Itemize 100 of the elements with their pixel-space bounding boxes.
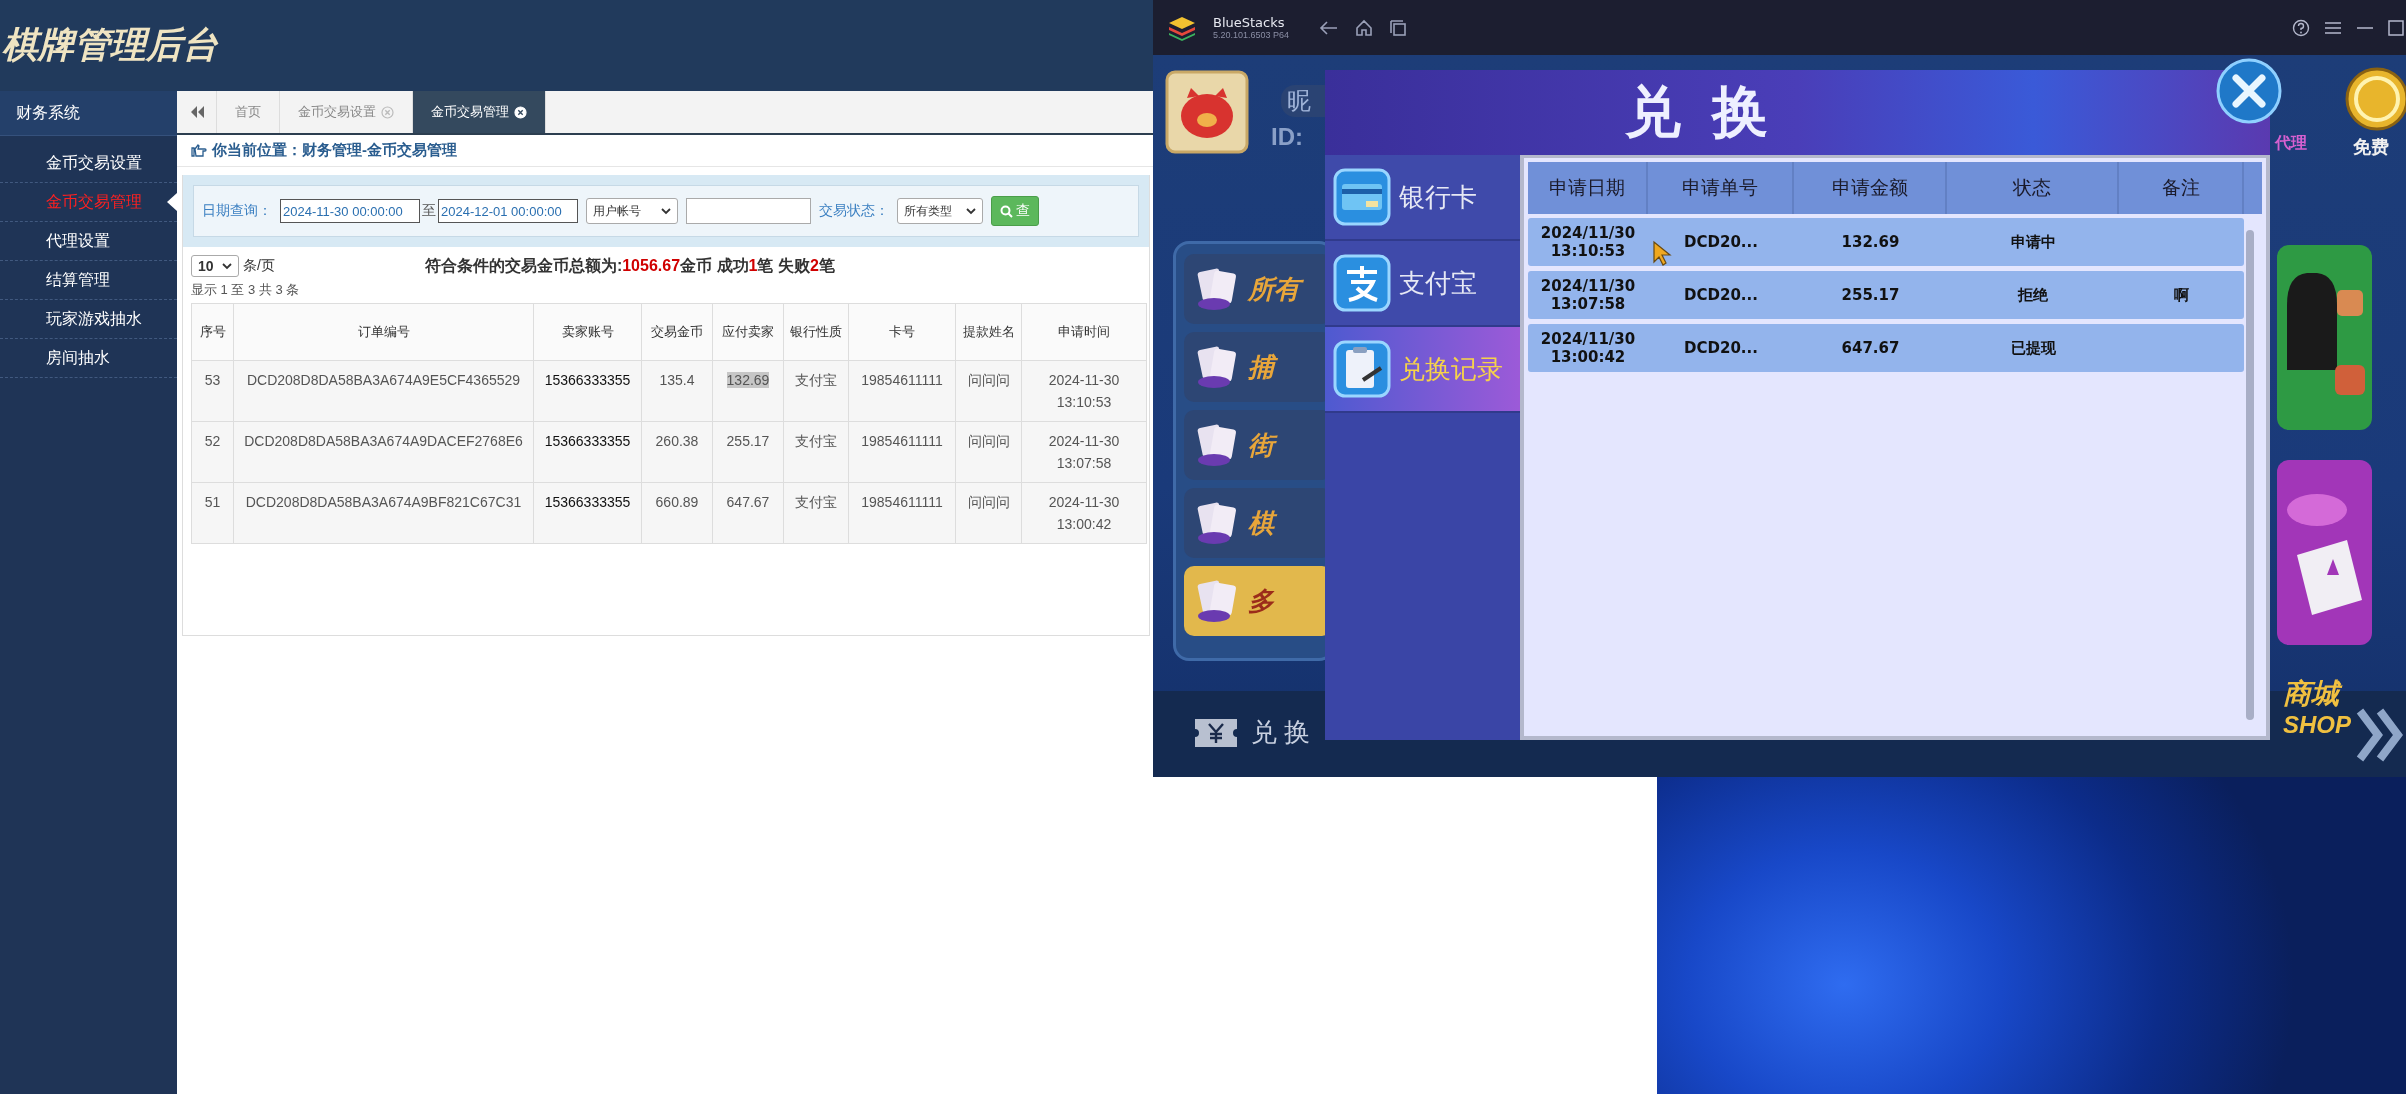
date-to-field[interactable]: 2024-12-01 00:00:00 <box>438 199 578 223</box>
record-row[interactable]: 2024/11/30 13:07:58 DCD20... 255.17 拒绝 啊 <box>1528 271 2244 319</box>
table-cell: 15366333355 <box>533 421 642 483</box>
clipboard-icon <box>1333 340 1391 398</box>
record-row[interactable]: 2024/11/30 13:00:42 DCD20... 647.67 已提现 <box>1528 324 2244 372</box>
note-text: 啊 <box>2174 285 2189 305</box>
table-cell: DCD208D8DA58BA3A674A9DACEF2768E6 <box>233 421 534 483</box>
table-cell: DCD208D8DA58BA3A674A9BF821C67C31 <box>233 482 534 544</box>
dice-cup-drawing[interactable] <box>2277 245 2372 430</box>
date-time-text: 2024/11/30 13:07:58 <box>1540 277 1636 313</box>
double-chevron-right-icon[interactable] <box>2356 707 2404 763</box>
account-type-select[interactable]: 用户帐号 <box>586 198 678 224</box>
column-header: 提款姓名 <box>955 303 1022 361</box>
table-cell: 15366333355 <box>533 360 642 422</box>
payment-app-icon <box>1333 254 1391 312</box>
record-count: 显示 1 至 3 共 3 条 <box>190 281 301 299</box>
sidebar-item[interactable]: 代理设置 <box>0 222 177 261</box>
free-label: 免费 <box>2353 136 2389 159</box>
agent-label: 代理 <box>2275 133 2307 153</box>
minimize-icon[interactable] <box>2356 25 2374 30</box>
table-cell: 支付宝 <box>783 482 849 544</box>
dialog-title: 兑 换 <box>1625 77 1775 146</box>
table-cell: 19854611111 <box>848 360 956 422</box>
nickname-label: 昵 <box>1281 85 1327 117</box>
player-id-label: ID: <box>1271 123 1303 151</box>
sidebar-item[interactable]: 房间抽水 <box>0 339 177 378</box>
maximize-icon[interactable] <box>2388 19 2404 36</box>
table-cell: 647.67 <box>712 482 784 544</box>
table-cell: 135.4 <box>641 360 713 422</box>
table-cell: 15366333355 <box>533 482 642 544</box>
home-icon[interactable] <box>1355 18 1374 37</box>
table-cell: 2024-11-30 13:10:53 <box>1021 360 1147 422</box>
sidebar-item[interactable]: 结算管理 <box>0 261 177 300</box>
menu-icon[interactable] <box>2324 20 2342 35</box>
cursor-icon <box>1652 240 1674 266</box>
table-cell: 19854611111 <box>848 421 956 483</box>
date-time-text: 2024/11/30 13:00:42 <box>1540 330 1636 366</box>
column-header: 申请单号 <box>1648 162 1794 214</box>
exchange-button[interactable]: 兑 换 <box>1193 715 1311 750</box>
shop-subtitle: SHOP <box>2283 711 2351 739</box>
date-label: 日期查询： <box>202 202 272 220</box>
page-size-select[interactable]: 10 <box>191 255 239 277</box>
coin-icon[interactable] <box>2345 67 2406 131</box>
app-title: BlueStacks <box>1213 15 1286 30</box>
amount-text: 647.67 <box>1841 339 1900 357</box>
table-cell: 53 <box>191 360 234 422</box>
scrollbar[interactable] <box>2246 230 2254 720</box>
range-separator: 至 <box>422 202 436 220</box>
search-icon <box>1000 204 1013 218</box>
sidebar-item[interactable]: 玩家游戏抽水 <box>0 300 177 339</box>
status-label: 交易状态： <box>819 202 889 220</box>
table-cell: 660.89 <box>641 482 713 544</box>
caret-icon <box>966 207 976 215</box>
record-row[interactable]: 2024/11/30 13:10:53 DCD20... 132.69 申请中 <box>1528 218 2244 266</box>
breadcrumb: 你当前位置：财务管理-金币交易管理 <box>212 141 457 160</box>
ticket-icon <box>1193 716 1239 749</box>
table-cell: 2024-11-30 13:07:58 <box>1021 421 1147 483</box>
sidebar-header[interactable]: 财务系统 <box>0 91 177 136</box>
caret-icon <box>661 207 671 215</box>
column-header: 卖家账号 <box>533 303 642 361</box>
table-cell: 问问问 <box>955 421 1022 483</box>
status-select[interactable]: 所有类型 <box>897 198 983 224</box>
close-icon[interactable] <box>2216 58 2282 124</box>
amount-text: 255.17 <box>1841 286 1900 304</box>
order-number: DCD20... <box>1684 233 1758 251</box>
status-text: 已提现 <box>2010 338 2056 358</box>
status-text: 申请中 <box>2010 232 2056 252</box>
column-header: 申请时间 <box>1021 303 1147 361</box>
table-cell: 支付宝 <box>783 360 849 422</box>
column-header: 状态 <box>1947 162 2119 214</box>
order-number: DCD20... <box>1684 286 1758 304</box>
site-title: 棋牌管理后台 <box>2 23 218 67</box>
pig-avatar-icon[interactable] <box>1165 70 1249 154</box>
table-cell: 19854611111 <box>848 482 956 544</box>
table-cell: 问问问 <box>955 360 1022 422</box>
order-number: DCD20... <box>1684 339 1758 357</box>
column-header: 银行性质 <box>783 303 849 361</box>
table-cell: 52 <box>191 421 234 483</box>
back-arrow-icon[interactable] <box>1319 19 1340 36</box>
column-header: 交易金币 <box>641 303 713 361</box>
app-version: 5.20.101.6503 P64 <box>1213 30 1290 40</box>
column-header: 申请日期 <box>1528 162 1648 214</box>
amount-text: 132.69 <box>1841 233 1900 251</box>
page-tab[interactable]: 金币交易管理 <box>413 91 546 133</box>
poker-chip-drawing[interactable] <box>2277 460 2372 645</box>
table-cell: DCD208D8DA58BA3A674A9E5CF4365529 <box>233 360 534 422</box>
dialog-tab[interactable]: 银行卡 <box>1325 155 1520 241</box>
help-icon[interactable] <box>2292 18 2310 37</box>
recent-apps-icon[interactable] <box>1389 18 1408 37</box>
page-size-unit: 条/页 <box>243 257 275 275</box>
status-text: 拒绝 <box>2018 285 2048 305</box>
table-cell: 132.69 <box>712 360 784 422</box>
date-from-field[interactable]: 2024-11-30 00:00:00 <box>280 199 420 223</box>
dialog-tab[interactable]: 支付宝 <box>1325 241 1520 327</box>
column-header: 应付卖家 <box>712 303 784 361</box>
sidebar-item[interactable]: 金币交易设置 <box>0 144 177 183</box>
table-cell: 260.38 <box>641 421 713 483</box>
account-field[interactable] <box>686 198 811 224</box>
column-header: 序号 <box>191 303 234 361</box>
caret-icon <box>222 262 232 270</box>
